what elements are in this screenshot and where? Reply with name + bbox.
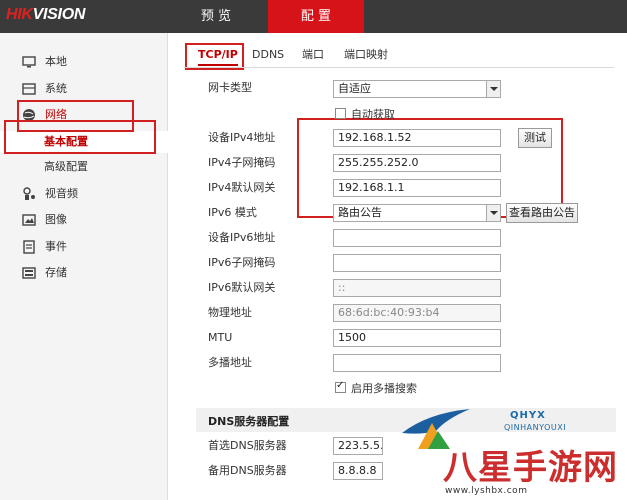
sidebar-item-label: 图像: [45, 213, 67, 226]
primary-dns-input[interactable]: 223.5.5.5: [333, 437, 383, 455]
watermark-brand-pinyin: QINHANYOUXI: [504, 423, 567, 432]
ipv4-mask-label: IPv4子网掩码: [208, 156, 276, 169]
monitor-icon: [22, 56, 36, 68]
ipv6-mode-label: IPv6 模式: [208, 206, 257, 219]
watermark-site-name: 八星手游网: [443, 448, 618, 488]
ipv6-gateway-input[interactable]: ::: [333, 279, 501, 297]
sidebar-item-system[interactable]: 系统: [0, 78, 168, 100]
image-icon: [22, 214, 36, 226]
nic-type-value: 自适应: [338, 82, 371, 95]
system-icon: [22, 83, 36, 95]
nic-type-select[interactable]: 自适应: [333, 80, 501, 98]
sidebar-item-label: 存储: [45, 266, 67, 279]
sidebar-item-label: 事件: [45, 240, 67, 253]
logo-text-hik: HIK: [6, 6, 33, 23]
mtu-label: MTU: [208, 331, 233, 344]
sidebar-item-label: 本地: [45, 55, 67, 68]
sidebar-item-label: 视音频: [45, 187, 78, 200]
tab-divider: [184, 67, 614, 68]
mtu-input[interactable]: 1500: [333, 329, 501, 347]
sidebar-item-event[interactable]: 事件: [0, 236, 168, 258]
tab-tcpip[interactable]: TCP/IP: [198, 44, 238, 66]
primary-dns-label: 首选DNS服务器: [208, 439, 287, 452]
sidebar-item-audio-video[interactable]: 视音频: [0, 183, 168, 205]
ipv4-gateway-label: IPv4默认网关: [208, 181, 276, 194]
sidebar-item-local[interactable]: 本地: [0, 51, 168, 73]
secondary-dns-label: 备用DNS服务器: [208, 464, 287, 477]
chevron-down-icon: [486, 205, 500, 221]
multicast-search-label: 启用多播搜索: [351, 382, 417, 395]
dns-section-title: DNS服务器配置: [208, 415, 290, 428]
ipv4-address-label: 设备IPv4地址: [208, 131, 276, 144]
ipv6-mask-label: IPv6子网掩码: [208, 256, 276, 269]
chevron-down-icon: [486, 81, 500, 97]
top-bar: HIKVISION 预 览 配 置: [0, 0, 627, 33]
view-route-advertisement-button[interactable]: 查看路由公告: [506, 203, 578, 223]
audio-video-icon: [23, 187, 35, 200]
auto-get-label: 自动获取: [351, 108, 395, 121]
multicast-address-label: 多播地址: [208, 356, 252, 369]
ipv6-mode-value: 路由公告: [338, 206, 382, 219]
multicast-search-checkbox[interactable]: [335, 380, 346, 393]
ipv6-mode-select[interactable]: 路由公告: [333, 204, 501, 222]
tab-port-mapping[interactable]: 端口映射: [344, 44, 388, 66]
ipv6-gateway-label: IPv6默认网关: [208, 281, 276, 294]
event-icon: [23, 240, 35, 254]
sidebar-item-image[interactable]: 图像: [0, 209, 168, 231]
nic-type-label: 网卡类型: [208, 81, 252, 94]
multicast-address-input[interactable]: [333, 354, 501, 372]
ipv6-address-input[interactable]: [333, 229, 501, 247]
storage-icon: [22, 267, 36, 279]
watermark-url: www.lyshbx.com: [445, 486, 528, 496]
nav-preview[interactable]: 预 览: [170, 0, 262, 33]
nav-config[interactable]: 配 置: [268, 0, 364, 33]
ipv6-mask-input[interactable]: [333, 254, 501, 272]
tab-ddns[interactable]: DDNS: [252, 44, 284, 66]
mac-address-label: 物理地址: [208, 306, 252, 319]
test-button[interactable]: 测试: [518, 128, 552, 148]
logo-text-vision: VISION: [32, 6, 86, 23]
ipv4-address-input[interactable]: 192.168.1.52: [333, 129, 501, 147]
ipv6-address-label: 设备IPv6地址: [208, 231, 276, 244]
ipv4-mask-input[interactable]: 255.255.252.0: [333, 154, 501, 172]
highlight-box-basic-config: [4, 120, 156, 154]
secondary-dns-input[interactable]: 8.8.8.8: [333, 462, 383, 480]
sidebar-item-storage[interactable]: 存储: [0, 262, 168, 284]
auto-get-checkbox[interactable]: [335, 108, 346, 119]
sidebar-item-label: 高级配置: [44, 160, 88, 173]
ipv4-gateway-input[interactable]: 192.168.1.1: [333, 179, 501, 197]
tab-port[interactable]: 端口: [302, 44, 324, 66]
mac-address-input: 68:6d:bc:40:93:b4: [333, 304, 501, 322]
watermark-brand: QHYX: [510, 410, 546, 421]
hikvision-logo: HIKVISION: [6, 6, 85, 24]
sidebar-item-advanced-config[interactable]: 高级配置: [0, 156, 168, 178]
sidebar-item-label: 系统: [45, 82, 67, 95]
